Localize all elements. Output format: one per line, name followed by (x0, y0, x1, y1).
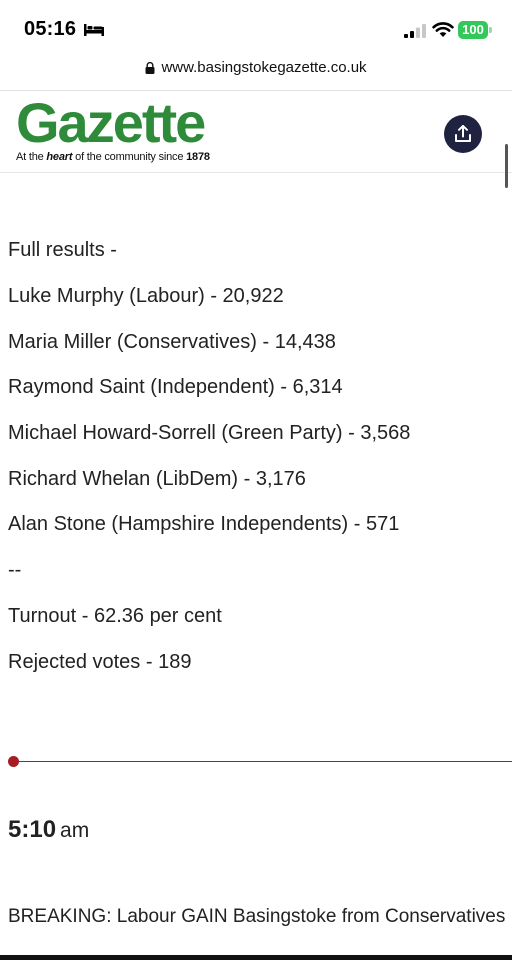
entry-timestamp: 5:10 am (8, 816, 89, 844)
status-time: 05:16 (24, 18, 77, 40)
lock-icon (145, 62, 155, 74)
cellular-signal-icon (404, 24, 426, 38)
result-line: Luke Murphy (Labour) - 20,922 (8, 285, 284, 307)
rejected-votes-line: Rejected votes - 189 (8, 651, 192, 673)
site-header: Gazette At the heart of the community si… (0, 91, 512, 173)
result-line: Alan Stone (Hampshire Independents) - 57… (8, 513, 400, 535)
result-line: Richard Whelan (LibDem) - 3,176 (8, 468, 306, 490)
bottom-edge (0, 955, 512, 960)
tagline-year: 1878 (186, 151, 210, 163)
result-line: Michael Howard-Sorrell (Green Party) - 3… (8, 422, 411, 444)
address-bar[interactable]: www.basingstokegazette.co.uk (0, 56, 512, 84)
gazette-logo[interactable]: Gazette At the heart of the community si… (16, 91, 210, 164)
results-heading: Full results - (8, 239, 117, 261)
battery-level: 100 (462, 22, 484, 37)
logo-tagline: At the heart of the community since 1878 (16, 151, 210, 163)
timeline-divider (0, 756, 512, 767)
battery-tip (489, 27, 492, 33)
share-icon (455, 125, 471, 142)
logo-wordmark: Gazette (16, 91, 206, 154)
separator-text: -- (8, 559, 22, 581)
tagline-middle: of the community since (72, 151, 187, 163)
result-line: Maria Miller (Conservatives) - 14,438 (8, 331, 336, 353)
entry-time-ampm: am (60, 819, 90, 842)
entry-time-hours: 5:10 (8, 816, 57, 843)
status-bar: 05:16 100 (0, 0, 512, 54)
live-blog-article: Full results - Luke Murphy (Labour) - 20… (0, 173, 512, 960)
result-line: Raymond Saint (Independent) - 6,314 (8, 376, 343, 398)
phone-screen: 05:16 100 www.basingstokegazette.co.uk G… (0, 0, 512, 960)
breaking-news-text: BREAKING: Labour GAIN Basingstoke from C… (8, 906, 506, 927)
share-button[interactable] (444, 115, 482, 153)
url-text[interactable]: www.basingstokegazette.co.uk (161, 56, 366, 80)
tagline-emphasis: heart (46, 151, 73, 163)
turnout-line: Turnout - 62.36 per cent (8, 605, 222, 627)
sleep-focus-icon (84, 24, 104, 36)
wifi-icon (432, 22, 454, 37)
battery-indicator: 100 (458, 21, 492, 39)
timeline-dot (8, 756, 19, 767)
timeline-line (12, 761, 512, 762)
tagline-prefix: At the (16, 151, 47, 163)
